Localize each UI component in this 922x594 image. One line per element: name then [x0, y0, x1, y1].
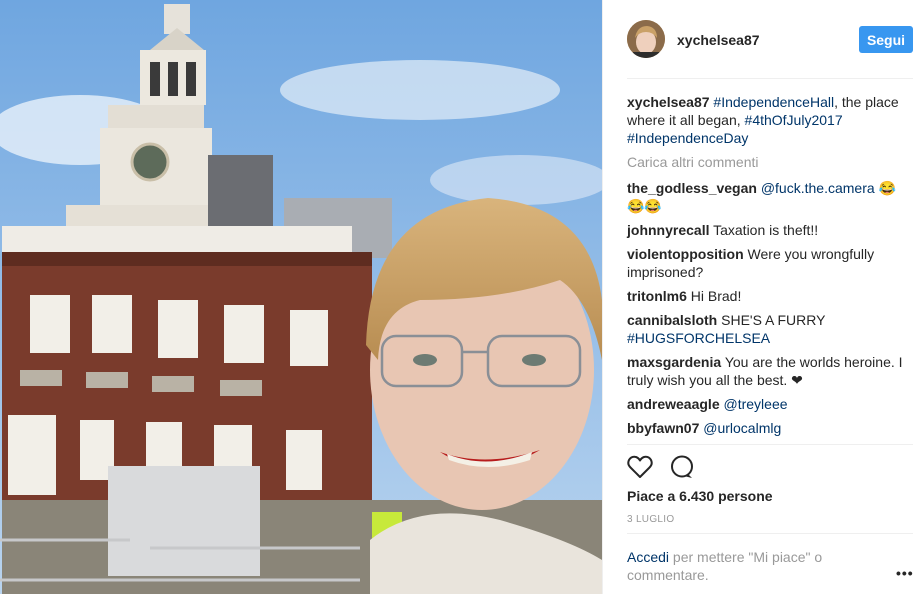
selfie-image: [0, 0, 602, 594]
comment-icon[interactable]: [669, 455, 695, 481]
likes-count[interactable]: Piace a 6.430 persone: [627, 488, 773, 504]
login-link[interactable]: Accedi: [627, 549, 669, 565]
more-options-icon[interactable]: •••: [896, 565, 914, 581]
login-prompt: Accedi per mettere "Mi piace" o commenta…: [627, 548, 867, 584]
post-photo: [0, 0, 602, 594]
comment-text: Hi Brad!: [690, 288, 742, 304]
comment-username[interactable]: tritonlm6: [627, 288, 687, 304]
list-item: maxsgardenia You are the worlds heroine.…: [627, 353, 909, 389]
hashtag-link[interactable]: #IndependenceDay: [627, 130, 748, 146]
action-bar: [627, 455, 695, 481]
list-item: tritonlm6 Hi Brad!: [627, 287, 909, 305]
mention-link[interactable]: @urlocalmlg: [703, 420, 781, 436]
post-panel: xychelsea87 Segui xychelsea87 #Independe…: [602, 0, 922, 594]
footer-divider: [627, 533, 913, 534]
comment-username[interactable]: andreweaagle: [627, 396, 720, 412]
hashtag-link[interactable]: #IndependenceHall: [713, 94, 834, 110]
comment-username[interactable]: the_godless_vegan: [627, 180, 757, 196]
comment-username[interactable]: maxsgardenia: [627, 354, 721, 370]
comment-username[interactable]: violentopposition: [627, 246, 744, 262]
load-more-comments[interactable]: Carica altri commenti: [627, 153, 909, 171]
mention-link[interactable]: @treyleee: [724, 396, 788, 412]
comment-username[interactable]: cannibalsloth: [627, 312, 717, 328]
avatar[interactable]: [627, 20, 665, 58]
hashtag-link[interactable]: #4thOfJuly2017: [745, 112, 843, 128]
heart-icon[interactable]: [627, 455, 653, 481]
post-header: xychelsea87 Segui: [603, 0, 922, 78]
caption: xychelsea87 #IndependenceHall, the place…: [627, 93, 909, 147]
list-item: andreweaagle @treyleee: [627, 395, 909, 413]
hashtag-link[interactable]: #HUGSFORCHELSEA: [627, 330, 770, 346]
header-divider: [627, 78, 913, 79]
comment-text: Taxation is theft!!: [713, 222, 819, 238]
caption-username[interactable]: xychelsea87: [627, 94, 710, 110]
comment-text: SHE'S A FURRY: [721, 312, 826, 328]
author-username[interactable]: xychelsea87: [677, 32, 760, 48]
comment-username[interactable]: johnnyrecall: [627, 222, 709, 238]
mention-link[interactable]: @fuck.the.camera: [761, 180, 875, 196]
follow-button[interactable]: Segui: [859, 26, 913, 53]
list-item: violentopposition Were you wrongfully im…: [627, 245, 909, 281]
comment-username[interactable]: bbyfawn07: [627, 420, 699, 436]
list-item: cannibalsloth SHE'S A FURRY #HUGSFORCHEL…: [627, 311, 909, 347]
list-item: bbyfawn07 @urlocalmlg: [627, 419, 909, 437]
comments-list: xychelsea87 #IndependenceHall, the place…: [627, 93, 909, 443]
list-item: johnnyrecall Taxation is theft!!: [627, 221, 909, 239]
post-date[interactable]: 3 LUGLIO: [627, 514, 674, 525]
comments-divider: [627, 444, 913, 445]
list-item: the_godless_vegan @fuck.the.camera 😂😂😂: [627, 179, 909, 215]
